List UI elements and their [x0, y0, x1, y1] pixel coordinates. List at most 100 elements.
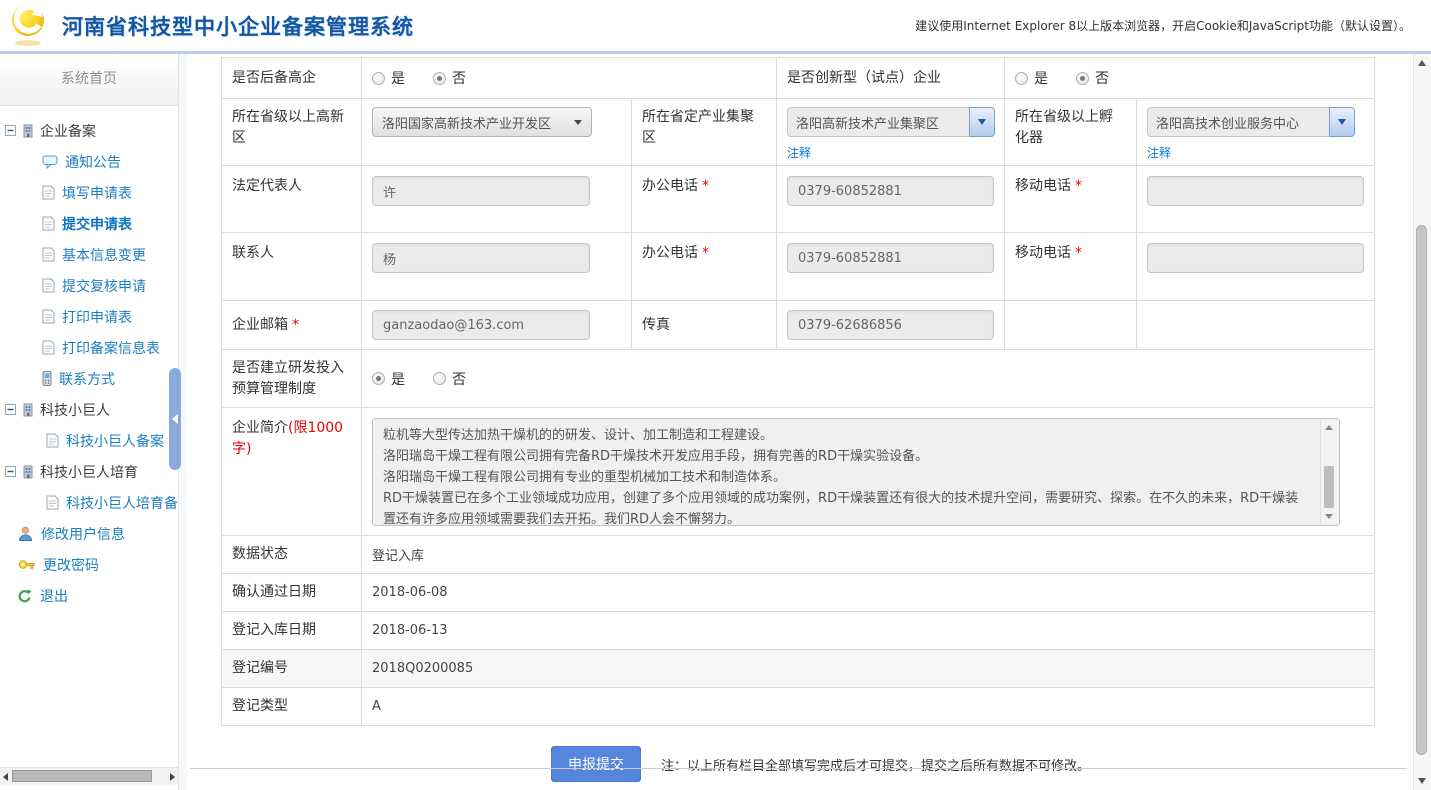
radio-no[interactable]: 否: [433, 68, 466, 88]
radio-yes[interactable]: 是: [372, 369, 405, 389]
sidebar-item-mima[interactable]: 更改密码: [0, 549, 178, 580]
fax-cell: [777, 301, 1005, 349]
sidebar-item-dayin-shenqing[interactable]: 打印申请表: [0, 301, 178, 332]
radio-icon-checked[interactable]: [433, 72, 446, 85]
sidebar-item-peiyu[interactable]: 科技小巨人培育: [0, 456, 178, 487]
expander-minus-icon[interactable]: [5, 125, 16, 136]
app-header: 河南省科技型中小企业备案管理系统 建议使用Internet Explorer 8…: [0, 0, 1431, 54]
hightech-zone-cell: 洛阳国家高新技术产业开发区: [362, 99, 632, 165]
scroll-left-icon[interactable]: [3, 773, 8, 781]
scrollbar-thumb[interactable]: [1324, 466, 1334, 508]
scroll-up-icon[interactable]: [1418, 60, 1426, 66]
chevron-down-icon: [574, 120, 582, 125]
sidebar-item-tianxie[interactable]: 填写申请表: [0, 177, 178, 208]
document-icon: [42, 185, 55, 200]
email-cell: [362, 301, 632, 349]
radio-icon[interactable]: [372, 72, 385, 85]
contact-input[interactable]: [372, 243, 590, 273]
submit-button[interactable]: 申报提交: [551, 746, 641, 782]
incubator-note-link[interactable]: 注释: [1147, 144, 1171, 161]
mobile-phone-cell: [1137, 233, 1374, 300]
expander-minus-icon[interactable]: [5, 466, 16, 477]
document-icon: [42, 309, 55, 324]
field-label: 是否建立研发投入预算管理制度: [222, 350, 362, 407]
sidebar-item-lianxi[interactable]: 联系方式: [0, 363, 178, 394]
sidebar-item-tongzhi[interactable]: 通知公告: [0, 146, 178, 177]
field-label: 数据状态: [222, 536, 362, 573]
legal-rep-input[interactable]: [372, 176, 590, 206]
chevron-down-icon: [978, 119, 986, 125]
office-phone-input-2[interactable]: [787, 243, 994, 273]
form-row-email-fax: 企业邮箱* 传真: [222, 301, 1374, 350]
scroll-down-icon[interactable]: [1418, 778, 1426, 784]
radio-icon[interactable]: [1015, 72, 1028, 85]
incubator-cell: 洛阳高技术创业服务中心 注释: [1137, 99, 1374, 165]
hightech-zone-select[interactable]: 洛阳国家高新技术产业开发区: [372, 107, 592, 137]
sidebar-item-xiaojuren-beian[interactable]: 科技小巨人备案: [0, 425, 178, 456]
radio-icon[interactable]: [433, 372, 446, 385]
field-label: 是否后备高企: [222, 58, 362, 98]
sidebar-item-dayin-beian[interactable]: 打印备案信息表: [0, 332, 178, 363]
radio-icon-checked[interactable]: [372, 372, 385, 385]
scroll-up-icon[interactable]: [1325, 425, 1333, 430]
data-status-value: 登记入库: [362, 536, 1374, 573]
sidebar-item-xiugai[interactable]: 修改用户信息: [0, 518, 178, 549]
document-icon: [42, 278, 55, 293]
page-title: 河南省科技型中小企业备案管理系统: [62, 11, 414, 41]
sidebar-item-qiye-beian[interactable]: 企业备案: [0, 115, 178, 146]
sidebar-collapse-handle[interactable]: [169, 368, 181, 470]
radio-icon-checked[interactable]: [1076, 72, 1089, 85]
scrollbar-thumb[interactable]: [1416, 225, 1427, 755]
radio-no[interactable]: 否: [433, 369, 466, 389]
office-phone-input[interactable]: [787, 176, 994, 206]
field-label: 所在省定产业集聚区: [632, 99, 777, 165]
rd-budget-radio-group: 是 否: [362, 350, 1374, 407]
mobile-phone-cell: [1137, 166, 1374, 232]
sidebar-item-peiyu-beian[interactable]: 科技小巨人培育备案: [0, 487, 178, 518]
profile-textarea[interactable]: 粒机等大型传达加热干燥机的的研发、设计、加工制造和工程建设。 洛阳瑞岛干燥工程有…: [372, 418, 1340, 526]
field-label: 联系人: [222, 233, 362, 300]
document-icon: [46, 495, 59, 510]
innovative-radio-group: 是 否: [1005, 58, 1374, 98]
scrollbar-thumb[interactable]: [12, 770, 152, 782]
page-vertical-scrollbar[interactable]: [1413, 54, 1431, 790]
cluster-note-link[interactable]: 注释: [787, 144, 811, 161]
expander-minus-icon[interactable]: [5, 404, 16, 415]
sidebar-item-tuichu[interactable]: 退出: [0, 580, 178, 611]
radio-no[interactable]: 否: [1076, 68, 1109, 88]
sidebar-item-tijiao[interactable]: 提交申请表: [0, 208, 178, 239]
mobile-phone-input-2[interactable]: [1147, 243, 1364, 273]
sidebar-item-jiben[interactable]: 基本信息变更: [0, 239, 178, 270]
empty-cell: [1137, 301, 1374, 349]
fax-input[interactable]: [787, 310, 994, 340]
incubator-combobox[interactable]: 洛阳高技术创业服务中心: [1147, 107, 1355, 137]
textarea-scrollbar[interactable]: [1320, 420, 1338, 524]
sidebar-tree: 企业备案 通知公告 填写申请表 提交申请表 基本信息变更 提交复核申请: [0, 115, 178, 611]
legal-rep-cell: [362, 166, 632, 232]
field-label: 移动电话*: [1005, 233, 1137, 300]
submit-note-text: 注：以上所有栏目全部填写完成后才可提交，提交之后所有数据不可修改。: [661, 755, 1090, 774]
mobile-phone-input[interactable]: [1147, 176, 1364, 206]
form-row-confirm-date: 确认通过日期 2018-06-08: [222, 574, 1374, 612]
submit-row: 申报提交 注：以上所有栏目全部填写完成后才可提交，提交之后所有数据不可修改。: [221, 746, 1373, 782]
combo-dropdown-button[interactable]: [969, 107, 995, 137]
field-label: 企业邮箱*: [222, 301, 362, 349]
scroll-right-icon[interactable]: [170, 773, 175, 781]
email-input[interactable]: [372, 310, 590, 340]
scroll-down-icon[interactable]: [1325, 514, 1333, 519]
cluster-combobox[interactable]: 洛阳高新技术产业集聚区: [787, 107, 995, 137]
register-type-value: A: [362, 688, 1374, 725]
sidebar-item-fuhe[interactable]: 提交复核申请: [0, 270, 178, 301]
radio-yes[interactable]: 是: [1015, 68, 1048, 88]
sidebar-home-link[interactable]: 系统首页: [0, 54, 178, 106]
building-icon: [21, 464, 35, 479]
field-label: 移动电话*: [1005, 166, 1137, 232]
form-row-backup-hightech: 是否后备高企 是 否 是否创新型（试点）企业 是 否: [222, 58, 1374, 99]
radio-yes[interactable]: 是: [372, 68, 405, 88]
sidebar-item-xiaojuren[interactable]: 科技小巨人: [0, 394, 178, 425]
combo-dropdown-button[interactable]: [1329, 107, 1355, 137]
field-label: 办公电话*: [632, 233, 777, 300]
form-row-data-status: 数据状态 登记入库: [222, 536, 1374, 574]
sidebar-horizontal-scrollbar[interactable]: [0, 767, 178, 785]
field-label: 确认通过日期: [222, 574, 362, 611]
